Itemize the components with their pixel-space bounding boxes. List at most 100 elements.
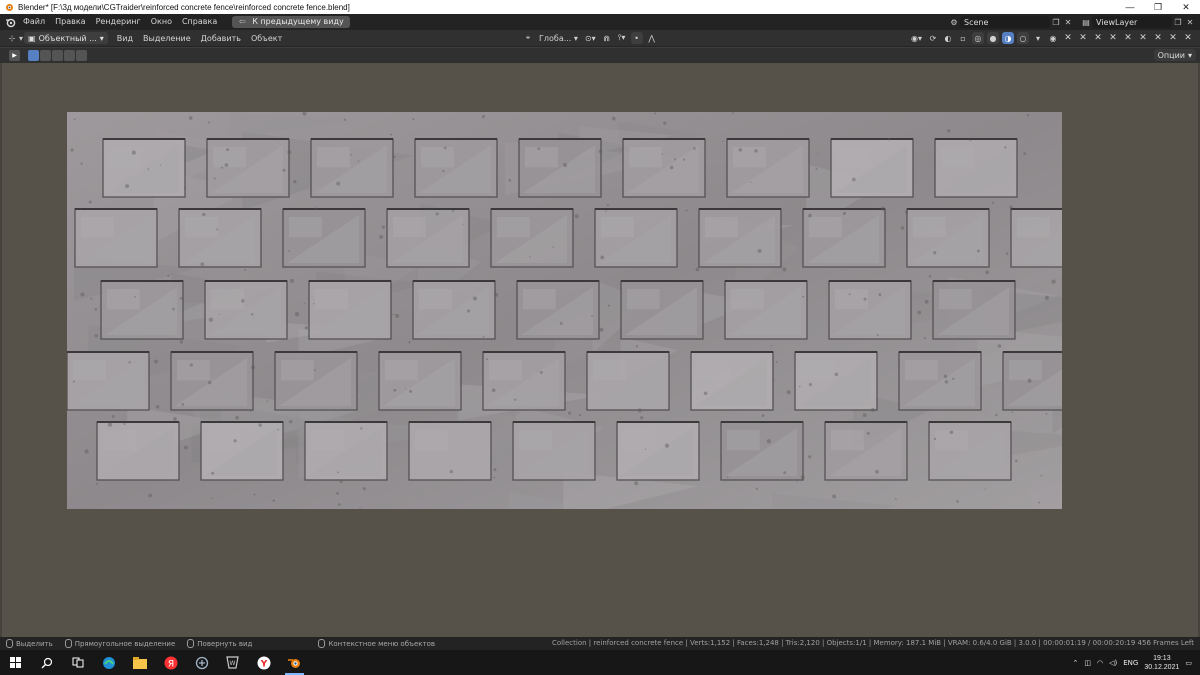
hint-box-select: Прямоугольное выделение [59,639,182,648]
hint-context-menu-label: Контекстное меню объектов [328,639,435,648]
hidden-object-x-icon[interactable]: ✕ [1122,33,1134,43]
back-arrow-icon: ⇦ [238,17,246,26]
gizmo-icon[interactable]: ⟳ [927,32,939,44]
eye-icon[interactable]: ◉ [1047,32,1059,44]
file-explorer-icon[interactable] [124,650,155,675]
menu-help[interactable]: Справка [177,14,222,30]
options-label: Опции [1157,50,1185,60]
menu-object[interactable]: Объект [246,34,287,43]
menu-render[interactable]: Рендеринг [91,14,146,30]
editor-type-icon[interactable]: ⊹ [6,32,18,44]
options-dropdown[interactable]: Опции ▾ [1153,49,1196,61]
hidden-object-x-icon[interactable]: ✕ [1077,33,1089,43]
network-icon[interactable]: ◫ [1084,659,1091,667]
tool-settings-row: ▶ Опции ▾ [0,48,1200,63]
scene-statistics: Collection | reinforced concrete fence |… [551,639,1194,647]
select-invert-icon[interactable] [64,50,75,61]
mouse-drag-icon [64,639,72,648]
select-extend-icon[interactable] [40,50,51,61]
mouse-right-icon [318,639,326,648]
scene-selector[interactable]: Scene [960,16,1050,28]
select-subtract-icon[interactable] [52,50,63,61]
snap-icon[interactable]: ⋒ [601,32,613,44]
search-icon[interactable] [31,650,62,675]
3d-viewport[interactable] [0,63,1200,637]
snap-target-icon[interactable]: ⫯▾ [616,32,628,44]
object-mode-icon: ▣ [28,33,36,43]
hint-box-select-label: Прямоугольное выделение [74,639,176,648]
fence-texture [67,112,1062,509]
game-client-icon[interactable] [186,650,217,675]
pivot-point-icon[interactable]: ⊙▾ [583,32,598,44]
delete-scene-icon[interactable]: ✕ [1062,16,1074,28]
yandex-icon[interactable]: Y [248,650,279,675]
shading-material-icon[interactable]: ◑ [1002,32,1014,44]
status-bar: Выделить Прямоугольное выделение Поверну… [0,637,1200,650]
back-to-previous-button[interactable]: ⇦ К предыдущему виду [232,16,350,28]
xray-icon[interactable]: ▫ [957,32,969,44]
wifi-icon[interactable]: ◠ [1097,659,1103,667]
falloff-icon[interactable]: ⋀ [646,32,658,44]
clock-time: 19:13 [1153,654,1171,662]
hidden-object-x-icon[interactable]: ✕ [1092,33,1104,43]
hidden-object-x-icon[interactable]: ✕ [1152,33,1164,43]
menu-window[interactable]: Окно [146,14,177,30]
overlays-icon[interactable]: ◐ [942,32,954,44]
orientation-dropdown[interactable]: Глоба... ▾ [537,32,580,44]
delete-view-layer-icon[interactable]: ✕ [1184,16,1196,28]
hint-select-label: Выделить [16,639,53,648]
scene-icon[interactable]: ⚙ [948,16,960,28]
object-mode-label: Объектный ... [38,33,97,43]
scene-name: Scene [964,17,989,27]
view-layer-selector[interactable]: ViewLayer [1092,16,1172,28]
close-button[interactable]: ✕ [1172,0,1200,14]
new-view-layer-icon[interactable]: ❐ [1172,16,1184,28]
hidden-object-x-icon[interactable]: ✕ [1107,33,1119,43]
concrete-fence-panel[interactable] [67,112,1062,509]
windows-start-icon[interactable] [0,650,31,675]
task-view-icon[interactable] [62,650,93,675]
minimize-button[interactable]: — [1116,0,1144,14]
system-clock[interactable]: 19:13 30.12.2021 [1144,654,1179,672]
menu-select[interactable]: Выделение [138,34,196,43]
menu-view[interactable]: Вид [112,34,138,43]
svg-text:Y: Y [259,659,267,669]
blender-logo-icon[interactable] [2,14,18,30]
object-mode-dropdown[interactable]: ▣ Объектный ... ▾ [24,32,108,44]
shading-wireframe-icon[interactable]: ◎ [972,32,984,44]
tray-chevron-up-icon[interactable]: ⌃ [1073,659,1079,667]
view-layer-icon[interactable]: ▤ [1080,16,1092,28]
volume-icon[interactable]: ◁) [1109,659,1117,667]
select-intersect-icon[interactable] [76,50,87,61]
play-icon[interactable]: ▶ [9,50,20,61]
back-to-previous-label: К предыдущему виду [252,17,344,26]
shading-rendered-icon[interactable]: ○ [1017,32,1029,44]
orientation-icon[interactable]: ⌖ [522,32,534,44]
maximize-button[interactable]: ❐ [1144,0,1172,14]
blender-taskbar-icon[interactable] [279,650,310,675]
visibility-icon[interactable]: ◉▾ [909,32,924,44]
yandex-browser-icon[interactable]: Я [155,650,186,675]
proportional-edit-icon[interactable]: • [630,32,643,44]
window-title: Blender* [F:\3д модели\CGTraider\reinfor… [18,2,350,12]
notifications-icon[interactable]: ▭ [1185,659,1192,667]
language-indicator[interactable]: ENG [1123,659,1138,667]
menu-edit[interactable]: Правка [50,14,90,30]
hidden-object-x-icon[interactable]: ✕ [1167,33,1179,43]
select-new-icon[interactable] [28,50,39,61]
mouse-middle-icon [187,639,195,648]
shading-options-chevron-icon[interactable]: ▾ [1032,32,1044,44]
hidden-object-x-icon[interactable]: ✕ [1182,33,1194,43]
edge-browser-icon[interactable] [93,650,124,675]
hidden-object-x-icon[interactable]: ✕ [1062,33,1074,43]
menu-file[interactable]: Файл [18,14,50,30]
new-scene-icon[interactable]: ❐ [1050,16,1062,28]
blender-app-icon [3,1,15,13]
hint-context-menu: Контекстное меню объектов [312,639,441,648]
viewport-shading-tools: ◉▾ ⟳ ◐ ▫ ◎ ● ◑ ○ ▾ ◉ ✕ ✕ ✕ ✕ ✕ ✕ ✕ ✕ ✕ [909,32,1194,44]
selection-mode-group [28,50,87,61]
world-of-tanks-icon[interactable]: W [217,650,248,675]
menu-add[interactable]: Добавить [196,34,246,43]
hidden-object-x-icon[interactable]: ✕ [1137,33,1149,43]
shading-solid-icon[interactable]: ● [987,32,999,44]
